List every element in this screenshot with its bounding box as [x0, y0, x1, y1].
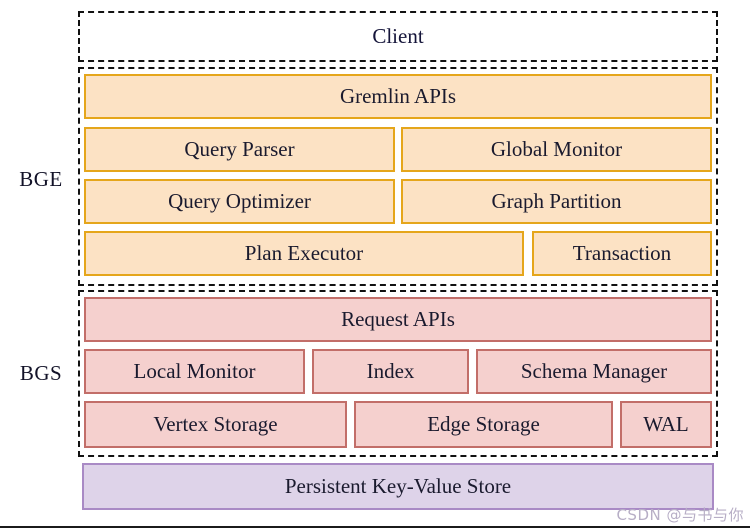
- component-persistent-key-value-store[interactable]: Persistent Key-Value Store: [82, 463, 714, 510]
- component-transaction[interactable]: Transaction: [532, 231, 712, 276]
- component-gremlin-apis[interactable]: Gremlin APIs: [84, 74, 712, 119]
- component-index[interactable]: Index: [312, 349, 469, 394]
- bgs-group: Request APIs Local Monitor Index Schema …: [78, 290, 718, 457]
- component-graph-partition[interactable]: Graph Partition: [401, 179, 712, 224]
- client-label: Client: [372, 24, 424, 48]
- component-edge-storage[interactable]: Edge Storage: [354, 401, 613, 448]
- component-wal[interactable]: WAL: [620, 401, 712, 448]
- watermark-text: CSDN @与书与你: [616, 506, 744, 524]
- component-query-parser[interactable]: Query Parser: [84, 127, 395, 172]
- component-plan-executor[interactable]: Plan Executor: [84, 231, 524, 276]
- component-global-monitor[interactable]: Global Monitor: [401, 127, 712, 172]
- component-query-optimizer[interactable]: Query Optimizer: [84, 179, 395, 224]
- client-group: Client: [78, 11, 718, 62]
- component-local-monitor[interactable]: Local Monitor: [84, 349, 305, 394]
- component-vertex-storage[interactable]: Vertex Storage: [84, 401, 347, 448]
- component-schema-manager[interactable]: Schema Manager: [476, 349, 712, 394]
- tier-label-bgs: BGS: [19, 361, 63, 385]
- architecture-diagram: BGE BGS Client Gremlin APIs Query Parser…: [0, 0, 750, 528]
- tier-label-bge: BGE: [19, 167, 63, 191]
- bge-group: Gremlin APIs Query Parser Global Monitor…: [78, 67, 718, 286]
- component-request-apis[interactable]: Request APIs: [84, 297, 712, 342]
